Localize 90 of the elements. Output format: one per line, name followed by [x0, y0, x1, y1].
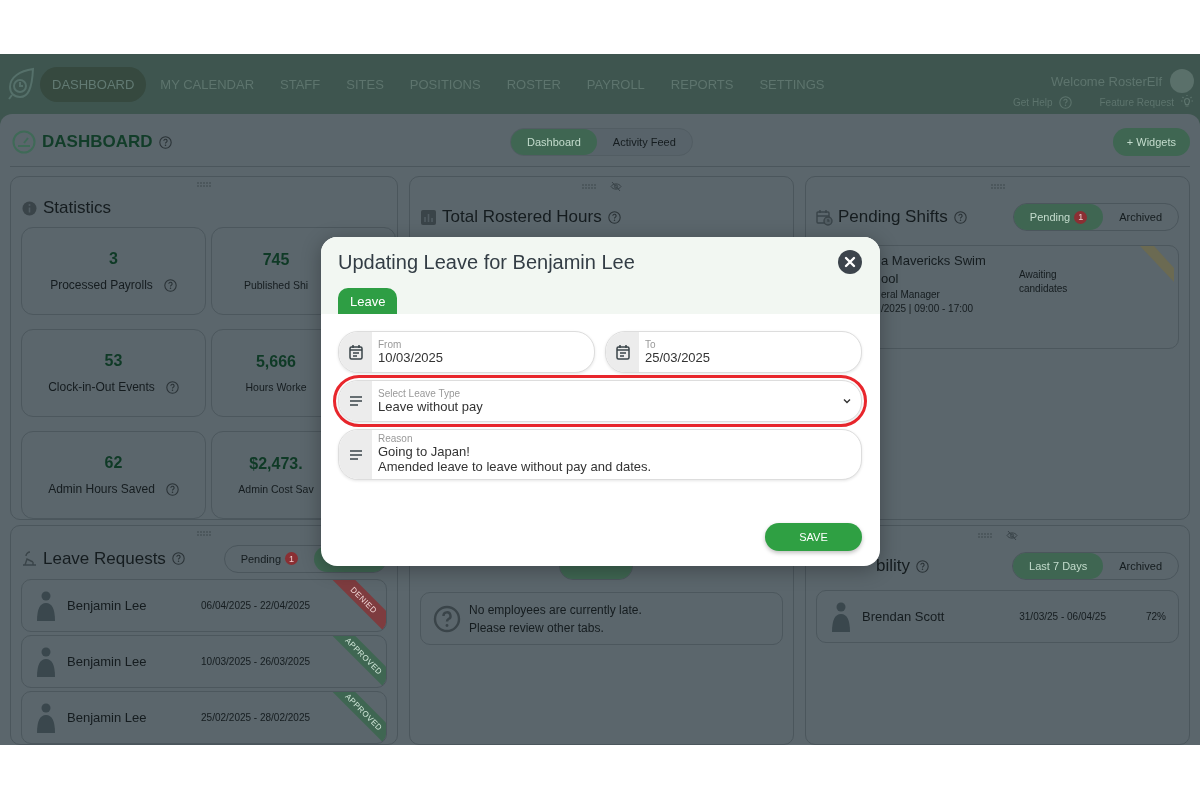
- calendar-clock-icon: [816, 208, 833, 226]
- stat-value: 745: [262, 251, 290, 269]
- question-icon: [433, 604, 461, 633]
- stat-label: Hours Worke: [245, 381, 307, 393]
- view-tab[interactable]: Dashboard: [511, 129, 597, 155]
- availability-row[interactable]: Brendan Scott 31/03/25 - 06/04/25 72%: [816, 590, 1179, 643]
- reason-input[interactable]: Going to Japan! Amended leave to leave without pay and dates.: [378, 444, 855, 476]
- field-label: Select Leave Type: [378, 388, 462, 399]
- calendar-icon: [347, 344, 364, 360]
- info-icon: [21, 199, 38, 217]
- site-name: ool: [881, 270, 900, 288]
- help-icon: [953, 210, 967, 224]
- stat-label: Published Shi: [243, 279, 309, 291]
- tab[interactable]: Pending 1: [1013, 204, 1104, 230]
- sunbed-icon: [21, 550, 38, 568]
- widget-title: Pending Shifts: [838, 207, 948, 227]
- tab[interactable]: Leave: [338, 288, 398, 314]
- help-icon: [165, 482, 179, 496]
- leave-type-dropdown[interactable]: Select Leave Type Leave without pay: [338, 380, 862, 422]
- tab[interactable]: Last 7 Days: [1013, 553, 1104, 579]
- leaf-clock-logo[interactable]: [6, 67, 36, 101]
- lightbulb-icon: [1180, 95, 1194, 109]
- person-silhouette-icon: [34, 701, 58, 734]
- selected-value: Leave without pay: [378, 399, 484, 414]
- stat-value: 53: [104, 352, 123, 370]
- dialog-title: Updating Leave for Benjamin Lee: [338, 250, 635, 274]
- help-icon: [916, 559, 929, 573]
- help-icon: [1058, 95, 1072, 109]
- page-title: DASHBOARD: [42, 132, 153, 152]
- tab-label: Pending: [1029, 211, 1071, 223]
- stat-label: Admin Cost Sav: [238, 483, 314, 495]
- widget-title: Leave Requests: [43, 548, 166, 569]
- stat-label: Clock-in-Out Events: [48, 380, 155, 394]
- count-badge: 1: [1074, 210, 1088, 224]
- hidden-eye-icon[interactable]: [609, 180, 622, 192]
- person-silhouette-icon: [34, 645, 58, 678]
- save-button[interactable]: SAVE: [765, 523, 862, 551]
- tab[interactable]: Archived: [1103, 204, 1178, 230]
- date-field[interactable]: From 10/03/2025: [338, 331, 595, 373]
- date-input[interactable]: 10/03/2025: [378, 350, 588, 365]
- shift-detail: /2025 | 09:00 - 17:00: [881, 302, 975, 316]
- employee-name: Benjamin Lee: [67, 710, 147, 725]
- help-icon: [158, 135, 172, 149]
- help-icon: [171, 552, 185, 566]
- stat-label: Processed Payrolls: [50, 278, 153, 292]
- employee-name: Benjamin Lee: [67, 654, 147, 669]
- calendar-icon: [614, 344, 631, 360]
- date-input[interactable]: 25/03/2025: [645, 350, 855, 365]
- view-tab[interactable]: Activity Feed: [596, 129, 692, 155]
- bar-chart-icon: [420, 208, 437, 226]
- stat-value: 5,666: [255, 353, 296, 371]
- tab-label: Pending: [240, 552, 281, 565]
- field-label: Reason: [378, 433, 414, 444]
- message-text: No employees are currently late.: [469, 601, 642, 619]
- date-range: 31/03/25 - 06/04/25: [1019, 611, 1106, 622]
- help-icon: [163, 278, 177, 292]
- person-silhouette-icon: [829, 600, 853, 633]
- close-icon[interactable]: [838, 250, 862, 274]
- help-icon: [607, 210, 621, 224]
- date-range: 10/03/2025 - 26/03/2025: [201, 656, 310, 667]
- person-silhouette-icon: [34, 589, 58, 622]
- shift-detail: eral Manager: [881, 288, 941, 302]
- field-label: To: [645, 339, 657, 350]
- stat-value: $2,473.: [249, 455, 303, 473]
- site-name: a Mavericks Swim: [881, 252, 987, 270]
- gauge-icon: [12, 130, 36, 154]
- widget-title: Statistics: [43, 198, 112, 219]
- hidden-eye-icon[interactable]: [1005, 529, 1018, 541]
- message-text: Please review other tabs.: [469, 619, 605, 637]
- date-range: 25/02/2025 - 28/02/2025: [201, 712, 310, 723]
- text-lines-icon: [347, 393, 364, 409]
- add-widgets-button[interactable]: + Widgets: [1112, 128, 1190, 156]
- help-icon: [165, 380, 179, 394]
- employee-name: Brendan Scott: [862, 609, 945, 624]
- percentage: 72%: [1146, 611, 1166, 622]
- tab[interactable]: Archived: [1103, 553, 1178, 579]
- stat-label: Admin Hours Saved: [48, 482, 155, 496]
- count-badge: 1: [285, 552, 298, 566]
- field-label: From: [378, 339, 403, 350]
- corner-ribbon: [1140, 246, 1174, 282]
- widget-title: Total Rostered Hours: [442, 207, 602, 227]
- date-range: 06/04/2025 - 22/04/2025: [201, 600, 310, 611]
- avatar-circle[interactable]: [1170, 69, 1194, 93]
- stat-value: 3: [109, 250, 118, 268]
- shift-status: Awaiting candidates: [1019, 268, 1069, 296]
- stat-value: 62: [104, 454, 123, 472]
- date-field[interactable]: To 25/03/2025: [605, 331, 862, 373]
- reason-field[interactable]: Reason Going to Japan! Amended leave to leave without pay and dates.: [338, 429, 862, 480]
- widget-title: bility: [876, 556, 910, 576]
- employee-name: Benjamin Lee: [67, 598, 147, 613]
